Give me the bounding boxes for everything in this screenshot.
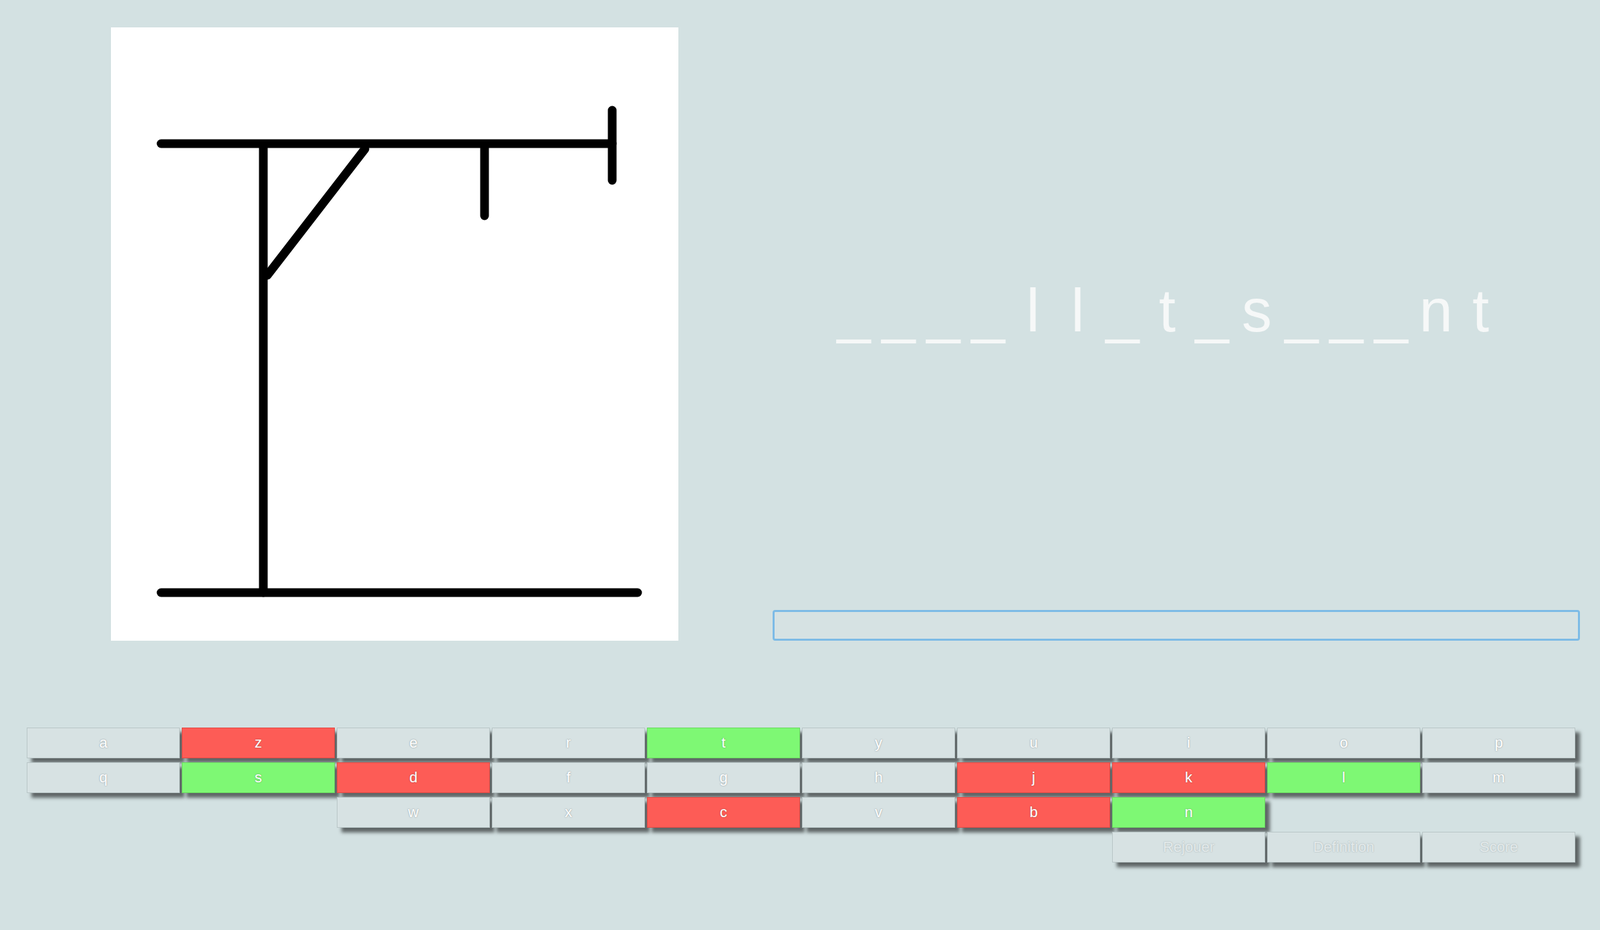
letter-slot: _ xyxy=(1189,274,1235,347)
keyboard: azertyuiop qsdfghjklm wxcvbnRejouerDefinit… xyxy=(26,727,1600,863)
letter-key[interactable]: a xyxy=(26,727,180,759)
letter-slot: t xyxy=(1458,274,1504,347)
letter-key[interactable]: x xyxy=(491,797,645,829)
action-button[interactable]: Rejouer xyxy=(1112,832,1266,863)
letter-key[interactable]: o xyxy=(1267,727,1421,759)
gallows-beam xyxy=(161,139,613,149)
letter-slot: _ xyxy=(920,274,966,347)
hidden-word: ____ll_t_s___nt xyxy=(772,27,1580,347)
letter-key[interactable]: j xyxy=(957,762,1111,794)
letter-key[interactable]: g xyxy=(646,762,800,794)
letter-key[interactable]: m xyxy=(1422,762,1576,794)
letter-key[interactable]: i xyxy=(1112,727,1266,759)
letter-slot: s xyxy=(1234,274,1280,347)
letter-key[interactable]: e xyxy=(336,727,490,759)
gallows-end xyxy=(608,110,617,181)
letter-key[interactable]: s xyxy=(181,762,335,794)
letter-key[interactable]: t xyxy=(646,727,800,759)
letter-key[interactable]: h xyxy=(802,762,956,794)
letter-key[interactable]: b xyxy=(957,797,1111,829)
gallows-panel xyxy=(110,27,679,641)
letter-key[interactable]: c xyxy=(646,797,800,829)
letter-key[interactable]: w xyxy=(336,797,490,829)
letter-slot: n xyxy=(1413,274,1459,347)
gallows-brace xyxy=(267,149,365,276)
letter-slot: t xyxy=(1144,274,1190,347)
letter-key[interactable]: z xyxy=(181,727,335,759)
game-area: ____ll_t_s___nt xyxy=(772,27,1580,641)
action-button[interactable]: Definition xyxy=(1267,832,1421,863)
letter-key[interactable]: p xyxy=(1422,727,1576,759)
gallows-base xyxy=(161,588,638,598)
letter-slot: _ xyxy=(965,274,1011,347)
letter-slot: _ xyxy=(1368,274,1414,347)
letter-key[interactable]: r xyxy=(491,727,645,759)
gallows-post xyxy=(259,147,269,593)
guess-input[interactable] xyxy=(772,610,1580,641)
letter-slot: l xyxy=(1010,274,1056,347)
hangman-drawing xyxy=(110,27,679,641)
letter-slot: _ xyxy=(1323,274,1369,347)
letter-key[interactable]: y xyxy=(802,727,956,759)
gallows-rope xyxy=(480,147,490,216)
letter-slot: _ xyxy=(876,274,921,347)
letter-slot: _ xyxy=(1279,274,1324,347)
letter-slot: l xyxy=(1055,274,1101,347)
letter-key[interactable]: q xyxy=(26,762,180,794)
letter-key[interactable]: d xyxy=(336,762,490,794)
action-button[interactable]: Score xyxy=(1422,832,1576,863)
letter-key[interactable]: l xyxy=(1267,762,1421,794)
letter-key[interactable]: n xyxy=(1112,797,1266,829)
letter-slot: _ xyxy=(831,274,877,347)
letter-key[interactable]: u xyxy=(957,727,1111,759)
letter-key[interactable]: f xyxy=(491,762,645,794)
letter-key[interactable]: k xyxy=(1112,762,1266,794)
letter-key[interactable]: v xyxy=(802,797,956,829)
letter-slot: _ xyxy=(1100,274,1145,347)
